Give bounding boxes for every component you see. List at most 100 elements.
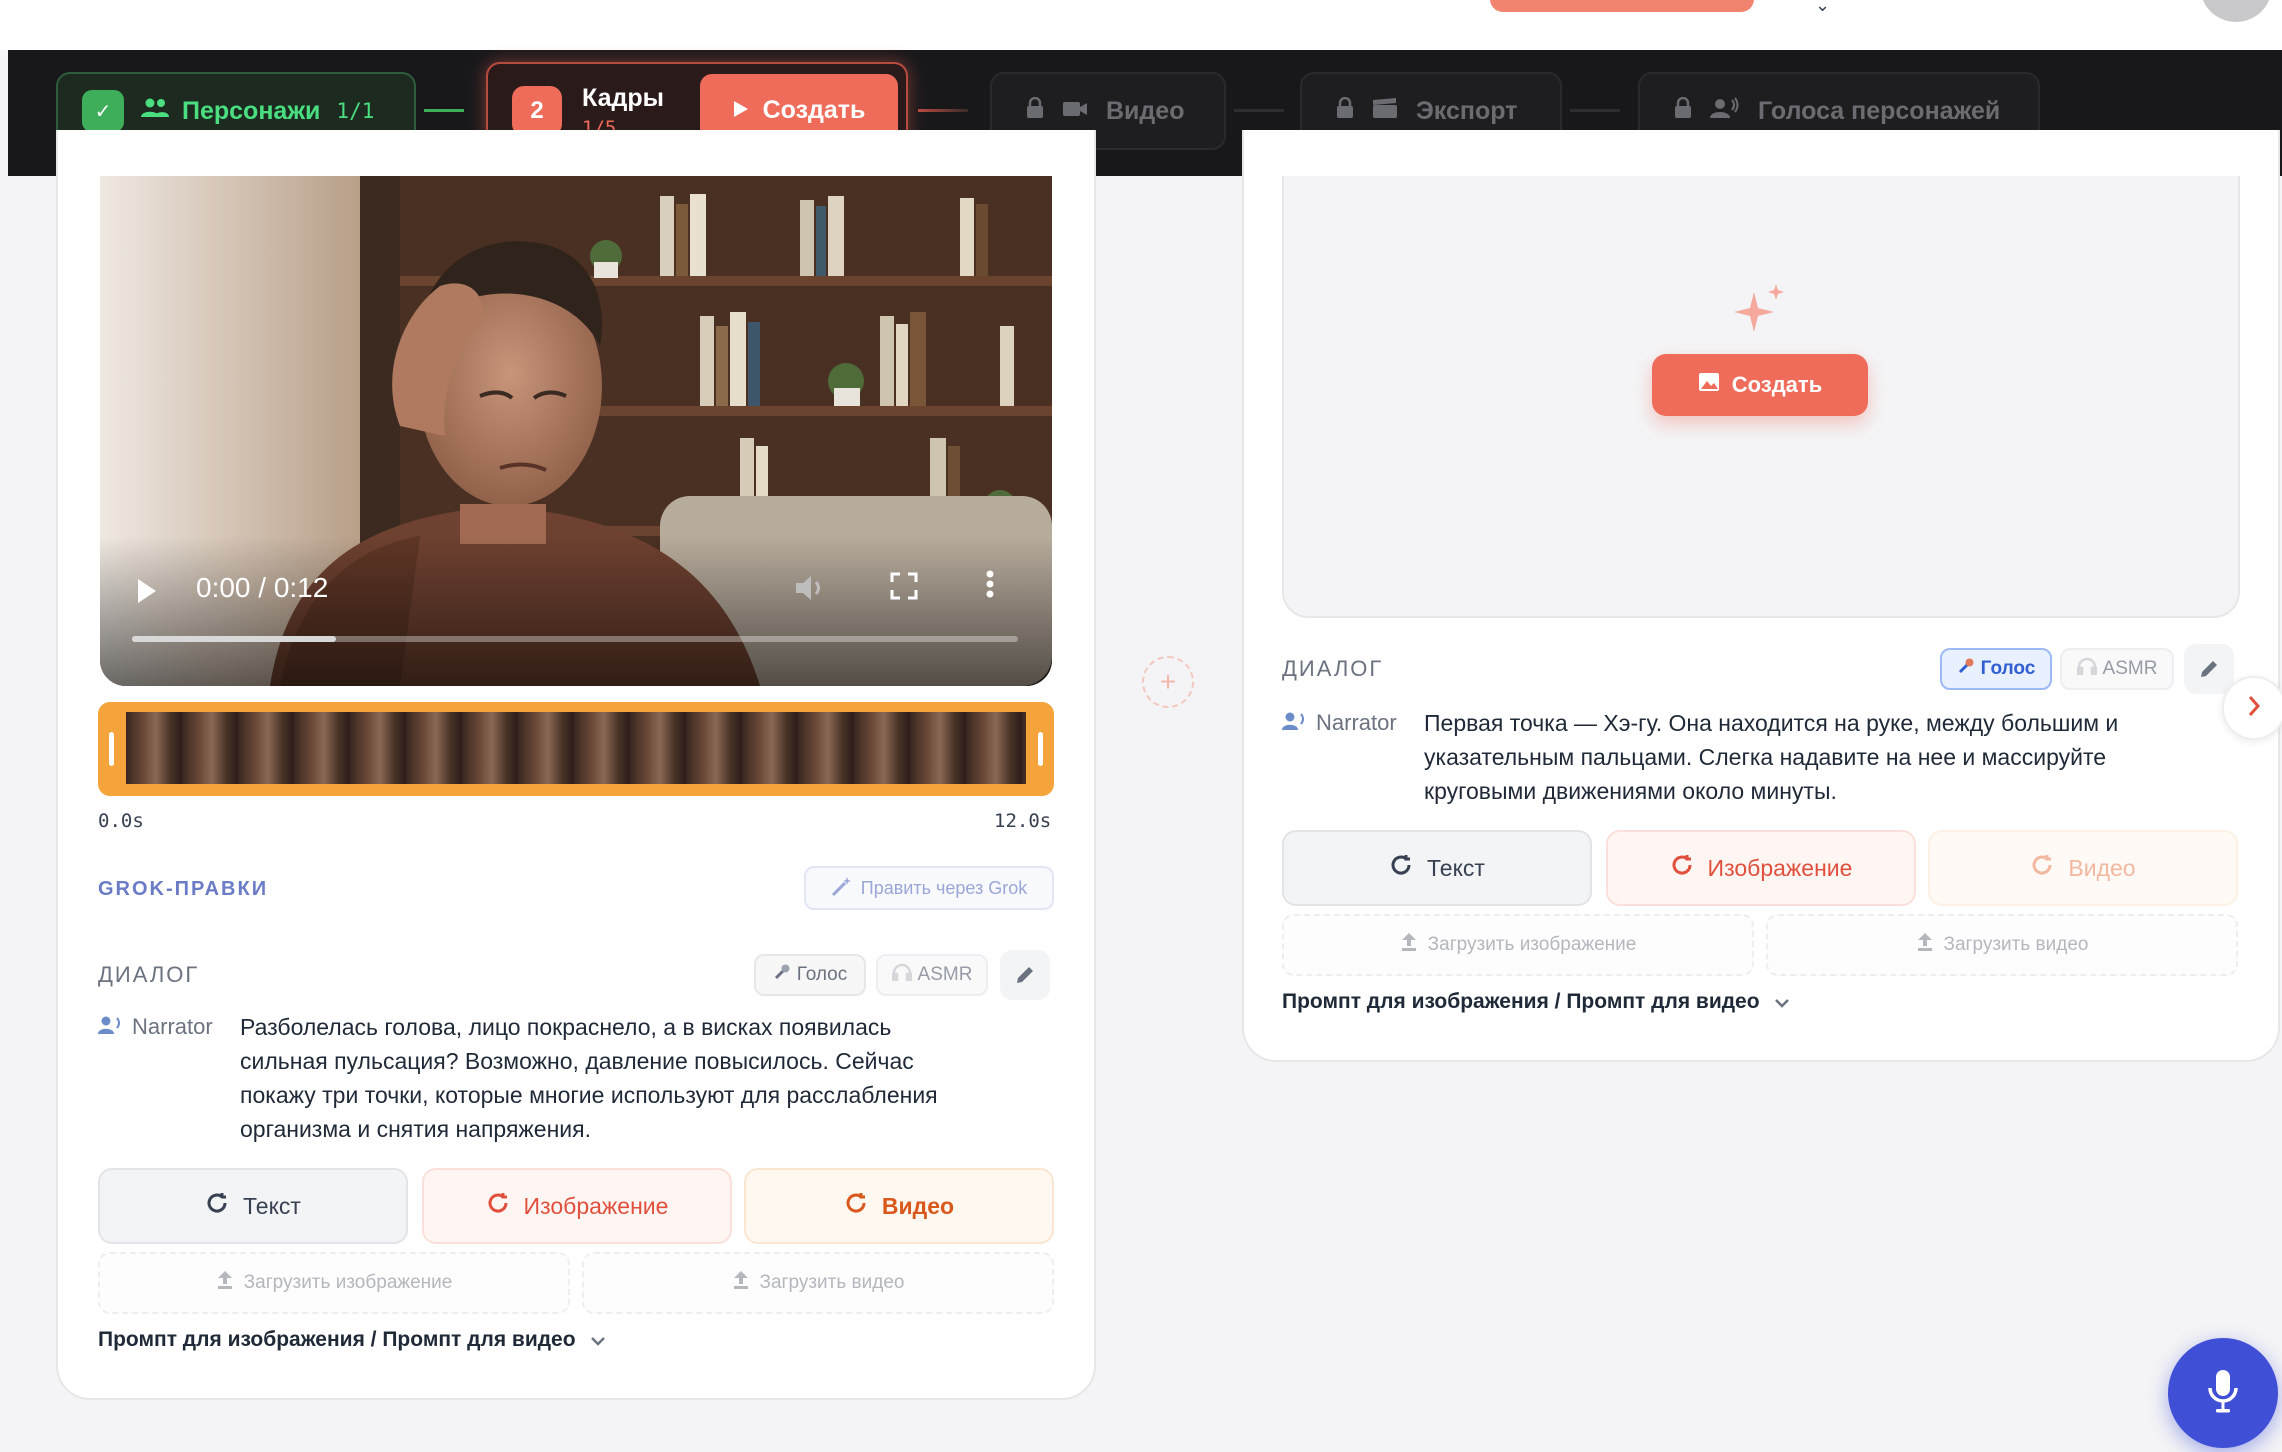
chevron-down-icon xyxy=(1774,991,1790,1014)
timeline-thumbnails xyxy=(126,712,1026,784)
refresh-icon xyxy=(1389,853,1413,883)
dialog-line: Первая точка — Хэ-гу. Она находится на р… xyxy=(1424,710,2119,736)
timeline-start-label: 0.0s xyxy=(98,810,144,832)
video-player[interactable]: 0:00 / 0:12 xyxy=(100,176,1052,686)
next-frame-button[interactable] xyxy=(2222,676,2282,740)
pencil-icon[interactable] xyxy=(2184,644,2234,694)
refresh-icon xyxy=(2030,853,2054,883)
grok-section-title: GROK-ПРАВКИ xyxy=(98,878,269,900)
chevron-down-icon xyxy=(590,1329,606,1352)
speaker-label: Narrator xyxy=(1282,710,1397,736)
button-label: Загрузить видео xyxy=(1943,934,2089,955)
button-label: Видео xyxy=(881,1192,955,1219)
dialog-line: покажу три точки, которые многие использ… xyxy=(240,1082,938,1108)
chip-label: ASMR xyxy=(2102,658,2158,679)
dialog-line: указательным пальцами. Слегка надавите н… xyxy=(1424,744,2107,770)
sparkle-icon xyxy=(1732,282,1788,350)
chevron-down-icon[interactable]: ⌄ xyxy=(1815,0,1839,14)
dialog-line: сильная пульсация? Возможно, давление по… xyxy=(240,1048,914,1074)
image-icon xyxy=(1698,372,1720,398)
regenerate-text-button[interactable]: Текст xyxy=(1282,830,1592,906)
voice-input-button[interactable] xyxy=(2168,1338,2278,1448)
check-icon: ✓ xyxy=(82,90,124,132)
refresh-icon xyxy=(486,1191,510,1221)
headphones-icon xyxy=(2076,657,2097,681)
button-label: Создать xyxy=(1731,372,1823,397)
refresh-icon xyxy=(1670,853,1694,883)
pencil-icon[interactable] xyxy=(1000,950,1050,1000)
microphone-icon xyxy=(773,963,791,987)
button-label: Изображение xyxy=(523,1192,669,1219)
step-connector xyxy=(1570,109,1620,112)
step-connector xyxy=(918,109,968,112)
speaker-label: Narrator xyxy=(98,1014,213,1040)
camera-icon xyxy=(1062,98,1088,124)
create-image-button[interactable]: Создать xyxy=(1652,354,1868,416)
video-progress-fill xyxy=(132,636,336,642)
magic-wand-icon xyxy=(831,875,853,902)
speaking-person-icon xyxy=(98,1015,124,1040)
microphone-icon xyxy=(1957,657,1975,681)
regenerate-video-button[interactable]: Видео xyxy=(744,1168,1054,1244)
speaking-person-icon xyxy=(1282,711,1308,736)
people-icon xyxy=(140,97,170,125)
step-connector xyxy=(424,109,464,112)
timeline-end-label: 12.0s xyxy=(994,810,1052,832)
microphone-icon xyxy=(2206,1368,2240,1419)
regenerate-video-button[interactable]: Видео xyxy=(1928,830,2238,906)
step-number: 2 xyxy=(512,86,562,136)
button-label: Видео xyxy=(2068,854,2136,881)
timeline-trimmer[interactable] xyxy=(98,702,1054,796)
upload-video-button[interactable]: Загрузить видео xyxy=(582,1252,1054,1314)
refresh-icon xyxy=(844,1191,868,1221)
step-connector xyxy=(1234,109,1284,112)
chevron-right-icon xyxy=(2247,691,2261,725)
upload-icon xyxy=(732,1270,750,1296)
chip-label: ASMR xyxy=(917,964,973,985)
upload-image-button[interactable]: Загрузить изображение xyxy=(98,1252,570,1314)
regenerate-text-button[interactable]: Текст xyxy=(98,1168,408,1244)
button-label: Текст xyxy=(1427,854,1485,881)
upload-icon xyxy=(1400,932,1418,958)
button-label: Изображение xyxy=(1707,854,1853,881)
dialog-line: Разболелась голова, лицо покраснело, а в… xyxy=(240,1014,892,1040)
trim-handle-end[interactable] xyxy=(1038,732,1043,766)
dialog-line: организма и снятия напряжения. xyxy=(240,1116,591,1142)
regenerate-image-button[interactable]: Изображение xyxy=(1606,830,1916,906)
add-frame-button[interactable]: + xyxy=(1142,656,1194,708)
dialog-text[interactable]: Разболелась голова, лицо покраснело, а в… xyxy=(240,1010,1050,1146)
voice-chip[interactable]: Голос xyxy=(1940,648,2052,690)
top-action-button[interactable] xyxy=(1490,0,1754,12)
speaker-name: Narrator xyxy=(132,1014,213,1039)
lock-icon xyxy=(1026,96,1044,125)
step-label: Персонажи xyxy=(182,96,321,125)
grok-edit-button[interactable]: Править через Grok xyxy=(804,866,1054,910)
prompt-toggle[interactable]: Промпт для изображения / Промпт для виде… xyxy=(98,1328,606,1352)
prompt-toggle-label: Промпт для изображения / Промпт для виде… xyxy=(1282,990,1760,1013)
speaking-person-icon xyxy=(1710,97,1740,125)
video-time: 0:00 / 0:12 xyxy=(196,572,329,603)
lock-icon xyxy=(1336,96,1354,125)
avatar[interactable] xyxy=(2200,0,2272,22)
regenerate-image-button[interactable]: Изображение xyxy=(422,1168,732,1244)
upload-video-button[interactable]: Загрузить видео xyxy=(1766,914,2238,976)
trim-handle-start[interactable] xyxy=(109,732,114,766)
prompt-toggle[interactable]: Промпт для изображения / Промпт для виде… xyxy=(1282,990,1790,1014)
voice-chip[interactable]: Голос xyxy=(754,954,866,996)
upload-icon xyxy=(1916,932,1934,958)
asmr-chip[interactable]: ASMR xyxy=(876,954,988,996)
refresh-icon xyxy=(205,1191,229,1221)
button-label: Загрузить изображение xyxy=(243,1272,453,1293)
prompt-toggle-label: Промпт для изображения / Промпт для виде… xyxy=(98,1328,576,1351)
plus-icon: + xyxy=(1159,666,1177,697)
lock-icon xyxy=(1674,96,1692,125)
upload-image-button[interactable]: Загрузить изображение xyxy=(1282,914,1754,976)
chip-label: Голос xyxy=(1980,658,2036,679)
video-progress-bar[interactable] xyxy=(132,636,1018,642)
speaker-name: Narrator xyxy=(1316,710,1397,735)
dialog-section-title: ДИАЛОГ xyxy=(1282,656,1384,681)
step-label: Голоса персонажей xyxy=(1758,96,2001,125)
dialog-text[interactable]: Первая точка — Хэ-гу. Она находится на р… xyxy=(1424,706,2224,808)
chip-label: Голос xyxy=(796,964,848,985)
asmr-chip[interactable]: ASMR xyxy=(2060,648,2174,690)
